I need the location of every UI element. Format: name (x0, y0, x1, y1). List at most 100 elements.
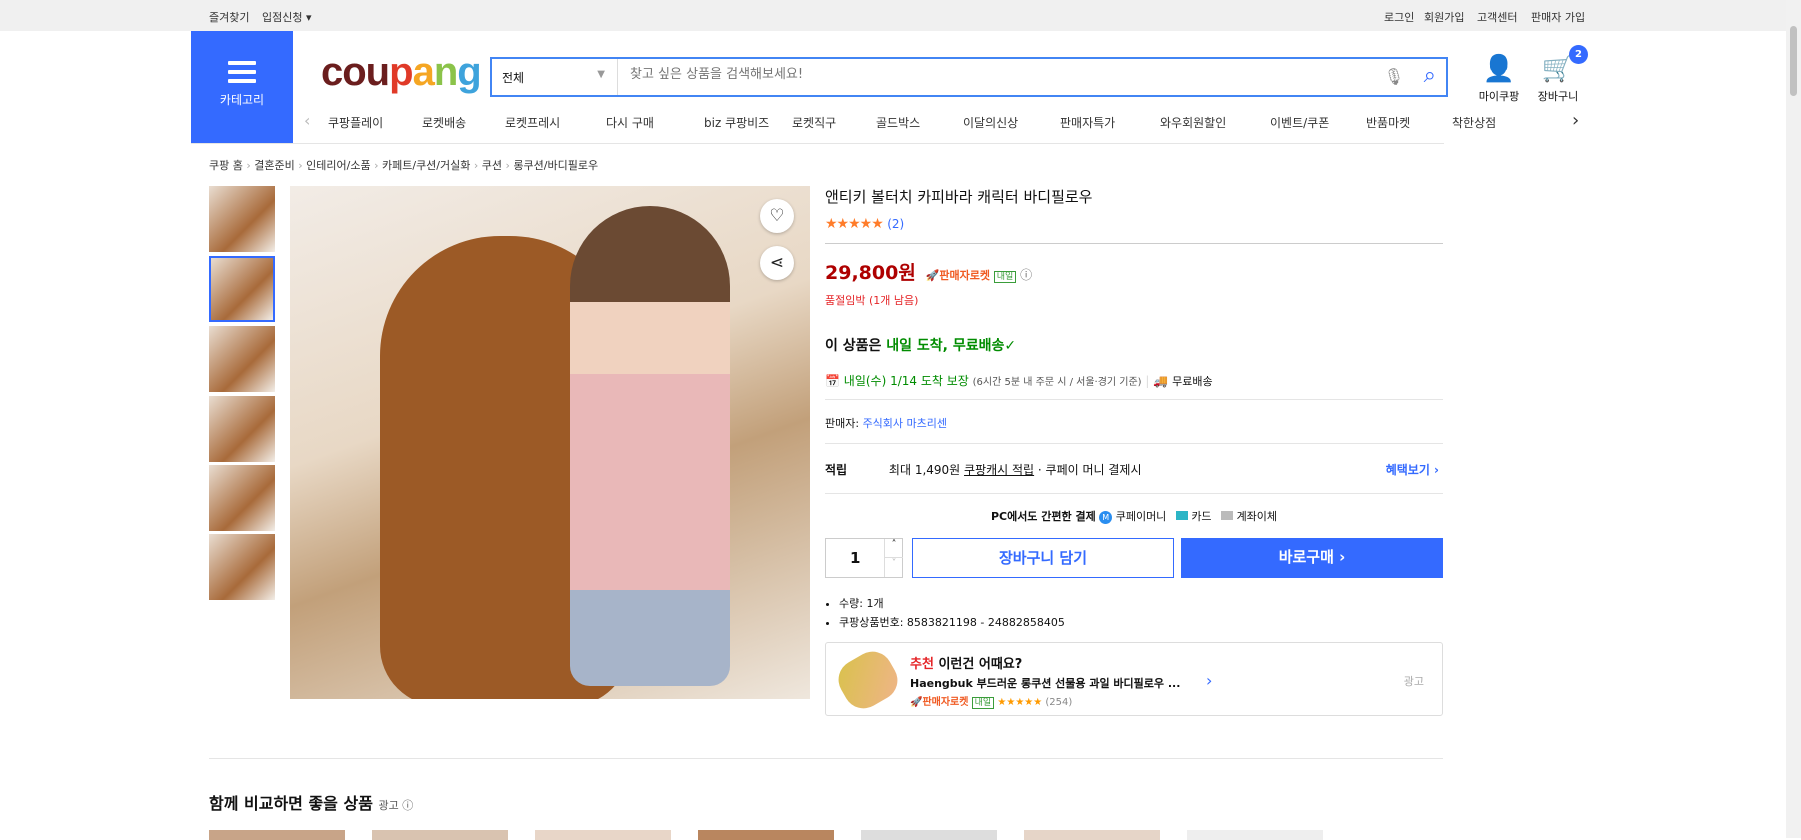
product-thumbnail-selected[interactable] (209, 256, 275, 322)
compare-product-thumbnail[interactable] (372, 830, 508, 840)
section-divider (209, 758, 1443, 759)
chevron-right-icon[interactable]: › (1206, 671, 1212, 690)
divider (825, 493, 1443, 494)
compare-product-thumbnail[interactable] (1024, 830, 1160, 840)
ad-label: 광고 (1403, 675, 1424, 688)
ad-info-label[interactable]: 광고 ⓘ (379, 799, 414, 812)
nav-item[interactable]: 이벤트/쿠폰 (1270, 114, 1329, 131)
quantity-value[interactable]: 1 (850, 549, 860, 567)
buy-now-button[interactable]: 바로구매 › (1181, 538, 1443, 578)
bank-icon (1221, 511, 1234, 520)
search-bar: 전체 ▼ 🎙 ⌕ (490, 57, 1448, 97)
breadcrumb-item[interactable]: 롱쿠션/바디필로우 (513, 159, 598, 172)
divider (825, 399, 1443, 400)
seller-apply-link[interactable]: 입점신청 ▾ (262, 9, 312, 25)
compare-product-thumbnail[interactable] (1187, 830, 1323, 840)
cart-button[interactable]: 🛒 장바구니 2 (1533, 45, 1588, 104)
nav-item[interactable]: 쿠팡플레이 (328, 114, 383, 131)
nav-item[interactable]: 로켓직구 (792, 114, 836, 131)
rating[interactable]: ★★★★★ (2) (825, 216, 1443, 232)
add-to-cart-button[interactable]: 장바구니 담기 (912, 538, 1174, 578)
nav-item[interactable]: 착한상점 (1452, 114, 1496, 131)
nav-item[interactable]: 와우회원할인 (1160, 114, 1226, 131)
coupay-icon: M (1099, 511, 1113, 524)
search-input[interactable] (630, 67, 1270, 82)
compare-product-thumbnail[interactable] (535, 830, 671, 840)
info-icon[interactable]: ⓘ (1020, 268, 1032, 282)
quantity-down-button[interactable]: ˅ (884, 558, 903, 577)
search-icon[interactable]: ⌕ (1424, 63, 1436, 88)
seller-link[interactable]: 주식회사 마츠리센 (863, 417, 947, 430)
recommendation-heading: 추천 이런건 어때요? (910, 657, 1023, 672)
scrollbar[interactable] (1786, 0, 1801, 838)
compare-product-thumbnail[interactable] (861, 830, 997, 840)
divider (825, 243, 1443, 244)
delivery-headline: 이 상품은 내일 도착, 무료배송✓ (825, 338, 1017, 354)
breadcrumb-item[interactable]: 카페트/쿠션/거실화 (382, 159, 470, 172)
nav-item[interactable]: 다시 구매 (606, 114, 654, 131)
compare-product-thumbnail[interactable] (209, 830, 345, 840)
support-link[interactable]: 고객센터 (1477, 9, 1517, 25)
recommendation-meta: 🚀판매자로켓 내일 ★★★★★ (254) (910, 697, 1073, 709)
recommendation-name[interactable]: Haengbuk 부드러운 롱쿠션 선물용 과일 바디필로우 ... (910, 675, 1180, 691)
my-coupang-button[interactable]: 👤 마이쿠팡 (1474, 55, 1524, 104)
quantity-stepper[interactable]: 1 ˄ ˅ (825, 538, 903, 578)
category-button[interactable]: 카테고리 (191, 31, 293, 143)
signup-link[interactable]: 회원가입 (1424, 9, 1464, 25)
product-thumbnail[interactable] (209, 186, 275, 252)
benefits-link[interactable]: 혜택보기 › (1386, 461, 1439, 478)
coupang-cash-link[interactable]: 쿠팡캐시 적립 (964, 463, 1034, 477)
breadcrumb: 쿠팡 홈 › 결혼준비 › 인테리어/소품 › 카페트/쿠션/거실화 › 쿠션 … (209, 159, 599, 172)
my-coupang-label: 마이쿠팡 (1478, 90, 1520, 103)
chevron-down-icon: ▼ (597, 69, 605, 80)
product-title: 앤티키 볼터치 카피바라 캐릭터 바디필로우 (825, 188, 1093, 206)
nav-item[interactable]: 골드박스 (876, 114, 920, 131)
breadcrumb-item[interactable]: 결혼준비 (254, 159, 294, 172)
heart-icon[interactable]: ♡ (760, 199, 794, 233)
delivery-row: 📅 내일(수) 1/14 도착 보장 (6시간 5분 내 주문 시 / 서울·경… (825, 374, 1213, 388)
nav-item[interactable]: 로켓배송 (422, 114, 466, 131)
product-thumbnail[interactable] (209, 534, 275, 600)
breadcrumb-item[interactable]: 인테리어/소품 (306, 159, 370, 172)
list-item: 쿠팡상품번호: 8583821198 - 24882858405 (839, 613, 1443, 632)
price: 29,800원 (825, 262, 916, 284)
product-thumbnail[interactable] (209, 465, 275, 531)
tomorrow-badge: 내일 (993, 271, 1017, 283)
quantity-up-button[interactable]: ˄ (884, 539, 903, 558)
product-thumbnail[interactable] (209, 396, 275, 462)
free-shipping-label: 무료배송 (1172, 375, 1213, 388)
nav-prev-icon[interactable]: ‹ (304, 111, 310, 130)
seller-row: 판매자: 주식회사 마츠리센 (825, 417, 948, 430)
cart-label: 장바구니 (1537, 90, 1579, 103)
nav-next-icon[interactable]: › (1572, 110, 1579, 131)
seller-rocket-badge: 🚀판매자로켓 (925, 269, 990, 282)
breadcrumb-item[interactable]: 쿠션 (482, 159, 502, 172)
seller-signup-link[interactable]: 판매자 가입 (1531, 9, 1585, 25)
rating-count: (2) (887, 217, 905, 231)
nav-item[interactable]: 반품마켓 (1366, 114, 1410, 131)
star-rating-icon: ★★★★★ (825, 216, 884, 232)
reward-row: 적립 최대 1,490원 쿠팡캐시 적립 · 쿠페이 머니 결제시 혜택보기 › (825, 461, 1439, 478)
bookmark-link[interactable]: 즐겨찾기 (209, 9, 249, 25)
breadcrumb-item[interactable]: 쿠팡 홈 (209, 159, 243, 172)
product-thumbnail[interactable] (209, 326, 275, 392)
search-category-select[interactable]: 전체 ▼ (492, 59, 618, 95)
coupang-logo[interactable]: coupang (321, 50, 482, 95)
nav-item[interactable]: 이달의신상 (963, 114, 1018, 131)
calendar-icon: 📅 (825, 374, 840, 388)
share-icon[interactable]: ⋖ (760, 246, 794, 280)
nav-item[interactable]: 로켓프레시 (505, 114, 560, 131)
category-label: 카테고리 (219, 93, 265, 107)
menu-icon (228, 61, 256, 83)
nav-item[interactable]: biz 쿠팡비즈 (704, 114, 769, 131)
recommendation-card[interactable]: 추천 이런건 어때요? Haengbuk 부드러운 롱쿠션 선물용 과일 바디필… (825, 642, 1443, 716)
product-main-image: ♡ ⋖ (290, 186, 810, 699)
microphone-icon[interactable]: 🎙 (1384, 67, 1404, 86)
compare-section-title: 함께 비교하면 좋을 상품 광고 ⓘ (209, 794, 414, 813)
delivery-date: 내일(수) 1/14 도착 보장 (843, 374, 969, 388)
login-link[interactable]: 로그인 (1384, 9, 1414, 25)
search-category-value: 전체 (502, 71, 525, 85)
compare-product-thumbnail[interactable] (698, 830, 834, 840)
list-item: 수량: 1개 (839, 594, 1443, 613)
nav-item[interactable]: 판매자특가 (1060, 114, 1115, 131)
